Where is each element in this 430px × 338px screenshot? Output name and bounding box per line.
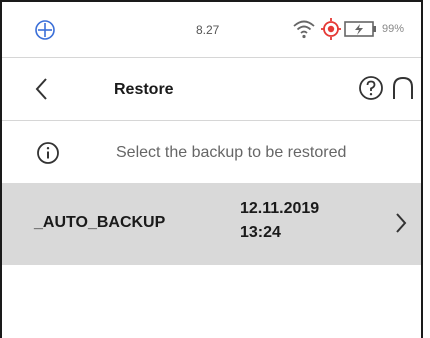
backup-item[interactable]: _AUTO_BACKUP 12.11.2019 13:24 xyxy=(2,183,421,265)
backup-datetime: 12.11.2019 13:24 xyxy=(240,197,319,245)
back-chevron-icon[interactable] xyxy=(32,76,52,102)
screen-frame: 8.27 99% Restore Select the backup to be… xyxy=(0,0,423,338)
battery-charging-icon xyxy=(344,21,376,37)
backup-time: 13:24 xyxy=(240,224,281,241)
status-time: 8.27 xyxy=(196,23,220,37)
target-icon xyxy=(35,20,55,40)
page-title: Restore xyxy=(114,81,174,98)
page-header: Restore xyxy=(2,58,421,121)
chevron-right-icon xyxy=(396,213,407,233)
status-bar: 8.27 99% xyxy=(2,2,421,58)
home-icon[interactable] xyxy=(392,75,414,101)
backup-name: _AUTO_BACKUP xyxy=(34,214,166,231)
help-icon[interactable] xyxy=(358,75,384,101)
backup-date: 12.11.2019 xyxy=(240,200,320,217)
info-icon xyxy=(37,142,59,164)
wifi-icon xyxy=(293,20,315,39)
alarm-icon xyxy=(321,18,341,40)
battery-percent: 99% xyxy=(382,23,405,35)
info-row: Select the backup to be restored xyxy=(2,121,421,183)
info-text: Select the backup to be restored xyxy=(116,144,347,161)
